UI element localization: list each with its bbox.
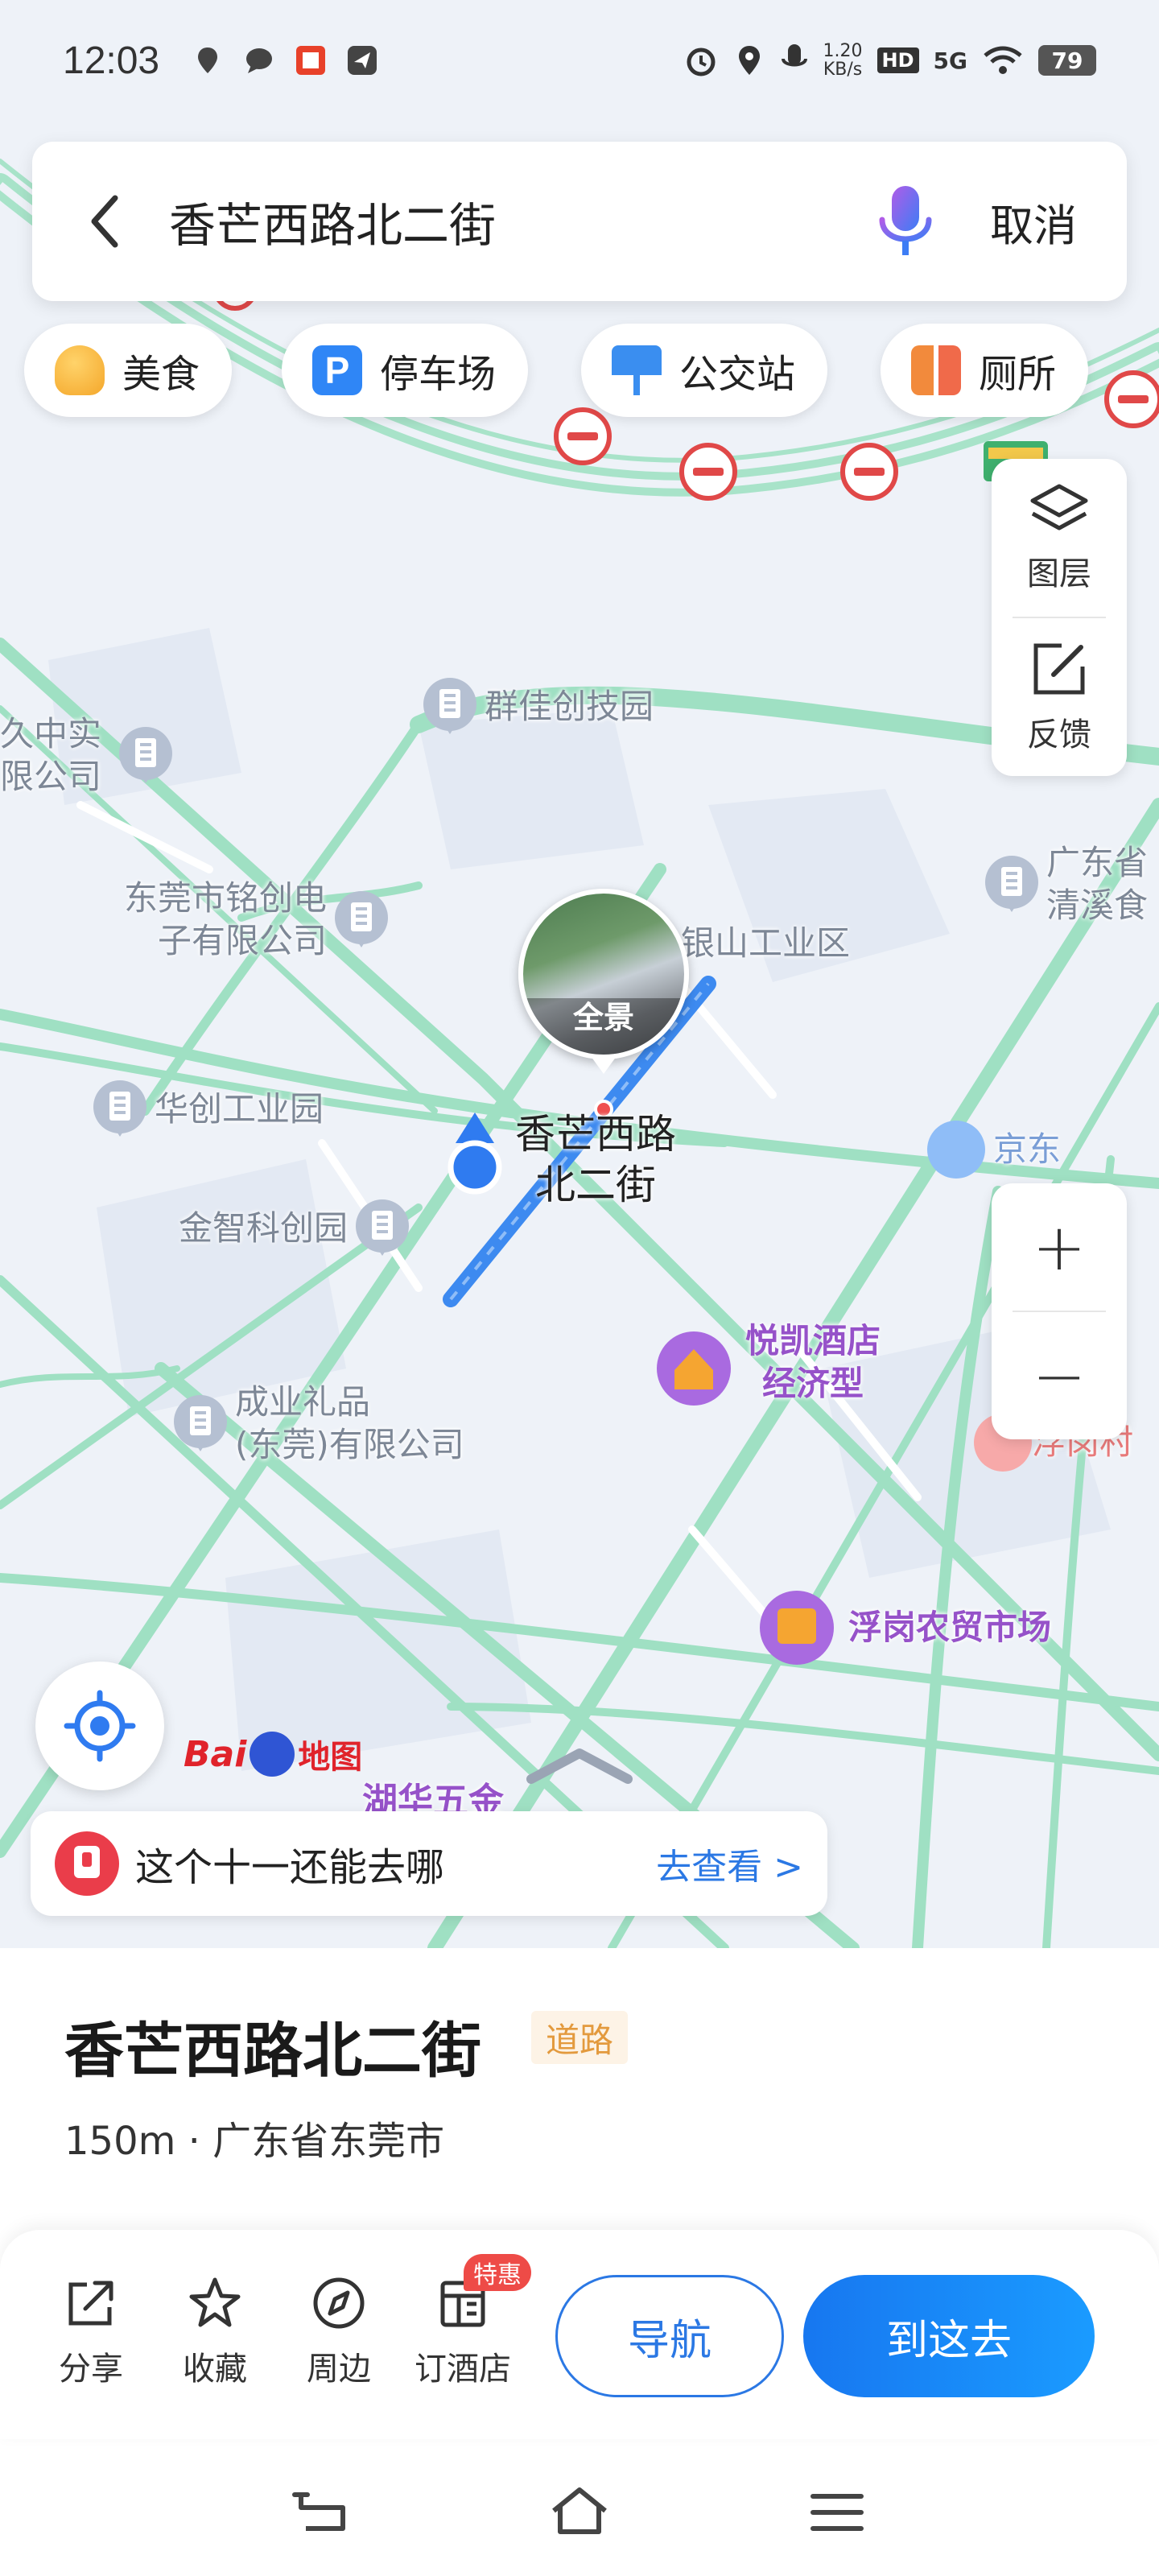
- battery-indicator: 79: [1038, 45, 1096, 76]
- place-distance-address: 150m · 广东省东莞市: [64, 2119, 445, 2164]
- no-entry-icon: [679, 443, 737, 501]
- net-speed: 1.20 KB/s: [823, 40, 863, 80]
- poi-huachuang[interactable]: 华创工业园: [93, 1080, 324, 1138]
- category-parking[interactable]: P 停车场: [282, 324, 529, 417]
- zoom-control: + −: [992, 1183, 1127, 1439]
- panorama-button[interactable]: 全景: [518, 889, 689, 1059]
- layers-button[interactable]: 图层: [992, 459, 1127, 617]
- place-title: 香芒西路北二街: [64, 2017, 481, 2086]
- crosshair-icon: [64, 1690, 136, 1762]
- search-bar: 香芒西路北二街 取消: [32, 142, 1127, 301]
- system-nav-bar: [0, 2447, 1159, 2576]
- back-nav-icon[interactable]: [290, 2483, 354, 2540]
- building-icon: [985, 855, 1038, 914]
- parking-icon: P: [312, 345, 362, 395]
- status-time: 12:03: [63, 39, 160, 82]
- compass-icon: [313, 2277, 365, 2329]
- no-entry-icon: [1104, 370, 1159, 428]
- promo-banner[interactable]: 这个十一还能去哪 去查看 >: [31, 1811, 827, 1916]
- edit-icon: [1033, 643, 1085, 695]
- panorama-label: 全景: [572, 1000, 634, 1035]
- locate-me-button[interactable]: [35, 1662, 164, 1790]
- location-icon: [198, 47, 218, 73]
- wifi-icon: [984, 46, 1022, 74]
- no-entry-icon: [554, 407, 612, 465]
- bus-stop-icon: [612, 345, 662, 395]
- star-icon: [189, 2277, 241, 2327]
- menu-nav-icon[interactable]: [805, 2483, 869, 2540]
- hd-badge: HD: [876, 47, 919, 73]
- place-type-tag: 道路: [531, 2011, 629, 2064]
- send-icon: [348, 46, 377, 75]
- poi-chengye[interactable]: 成业礼品 (东莞)有限公司: [174, 1381, 464, 1466]
- poi-fugang-market[interactable]: 浮岗农贸市场: [848, 1607, 1051, 1649]
- chevron-left-icon: [91, 195, 118, 248]
- panorama-pointer: [591, 1056, 617, 1074]
- go-here-button[interactable]: 到这去: [803, 2275, 1095, 2397]
- navigate-button[interactable]: 导航: [555, 2275, 784, 2397]
- mic-status-icon: [781, 44, 807, 67]
- category-toilet[interactable]: 厕所: [881, 324, 1089, 417]
- voice-input-icon[interactable]: [869, 181, 942, 262]
- category-bus-stop[interactable]: 公交站: [581, 324, 828, 417]
- promo-link[interactable]: 去查看 >: [656, 1838, 803, 1889]
- message-icon: [246, 48, 273, 73]
- search-input[interactable]: 香芒西路北二街: [169, 188, 869, 255]
- gps-icon: [738, 46, 760, 75]
- poi-jinzhi[interactable]: 金智科创园: [179, 1199, 410, 1257]
- building-icon: [423, 678, 476, 736]
- cancel-button[interactable]: 取消: [990, 190, 1077, 254]
- poi-jiuzhong[interactable]: 久中实 限公司: [0, 713, 173, 798]
- category-food[interactable]: 美食: [24, 324, 233, 417]
- network-type: 5G: [933, 47, 967, 74]
- book-hotel-button[interactable]: 订酒店: [410, 2275, 515, 2389]
- poi-yinshan[interactable]: 银山工业区: [681, 923, 850, 965]
- layers-icon: [1030, 484, 1088, 530]
- poi-jingdong[interactable]: 京东: [993, 1129, 1061, 1171]
- promo-text: 这个十一还能去哪: [135, 1845, 445, 1890]
- zoom-out-button[interactable]: −: [992, 1312, 1127, 1439]
- nearby-button[interactable]: 周边: [287, 2275, 391, 2389]
- discount-badge: 特惠: [464, 2254, 531, 2291]
- share-button[interactable]: 分享: [39, 2275, 143, 2389]
- building-icon: [174, 1394, 227, 1453]
- poi-yuekai-hotel[interactable]: 悦凯酒店 经济型: [745, 1320, 881, 1405]
- baidu-map-logo: Bai 地图: [184, 1731, 362, 1777]
- feedback-button[interactable]: 反馈: [992, 618, 1127, 776]
- home-nav-icon[interactable]: [547, 2483, 612, 2540]
- listen-app-icon: [296, 46, 326, 75]
- map-tools-card: 图层 反馈: [992, 459, 1127, 776]
- building-icon: [93, 1080, 146, 1138]
- zoom-in-button[interactable]: +: [992, 1183, 1127, 1311]
- poi-mingchuang[interactable]: 东莞市铭创电 子有限公司: [124, 877, 389, 962]
- poi-qunjia[interactable]: 群佳创技园: [423, 678, 654, 736]
- promo-icon: [55, 1831, 119, 1896]
- alarm-icon: [687, 47, 716, 76]
- street-label: 香芒西路 北二街: [515, 1111, 676, 1208]
- paw-icon: [250, 1732, 295, 1777]
- building-icon: [335, 890, 389, 949]
- back-button[interactable]: [64, 142, 145, 301]
- toilet-icon: [911, 345, 961, 395]
- building-icon: [119, 726, 173, 785]
- favorite-button[interactable]: 收藏: [163, 2275, 267, 2389]
- food-icon: [55, 345, 105, 395]
- share-icon: [68, 2281, 113, 2326]
- status-bar: 12:03 1.20 KB/s HD 5G 79: [0, 0, 1159, 121]
- no-entry-icon: [840, 443, 898, 501]
- building-icon: [356, 1199, 410, 1257]
- poi-guangdong-qingxi[interactable]: 广东省 清溪食: [985, 842, 1148, 927]
